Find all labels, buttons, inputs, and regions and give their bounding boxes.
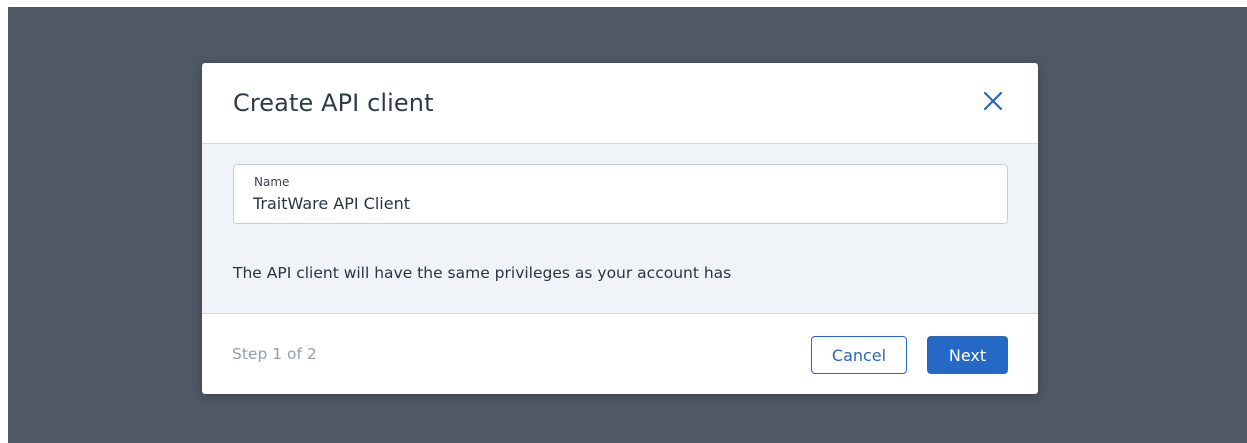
close-button[interactable]: [979, 87, 1007, 115]
cancel-button[interactable]: Cancel: [811, 336, 907, 374]
dialog-title: Create API client: [233, 89, 434, 117]
create-api-client-dialog: Create API client Name The API client wi…: [202, 63, 1038, 394]
name-input[interactable]: [253, 192, 993, 214]
close-icon: [983, 91, 1003, 111]
dialog-header: Create API client: [202, 63, 1038, 144]
name-field-label: Name: [254, 175, 290, 189]
dialog-footer: Step 1 of 2 Cancel Next: [202, 314, 1038, 394]
next-button[interactable]: Next: [927, 336, 1008, 374]
name-field[interactable]: Name: [233, 164, 1008, 224]
privileges-info-text: The API client will have the same privil…: [233, 264, 732, 282]
dialog-body: Name The API client will have the same p…: [202, 144, 1038, 314]
step-indicator: Step 1 of 2: [232, 345, 317, 363]
